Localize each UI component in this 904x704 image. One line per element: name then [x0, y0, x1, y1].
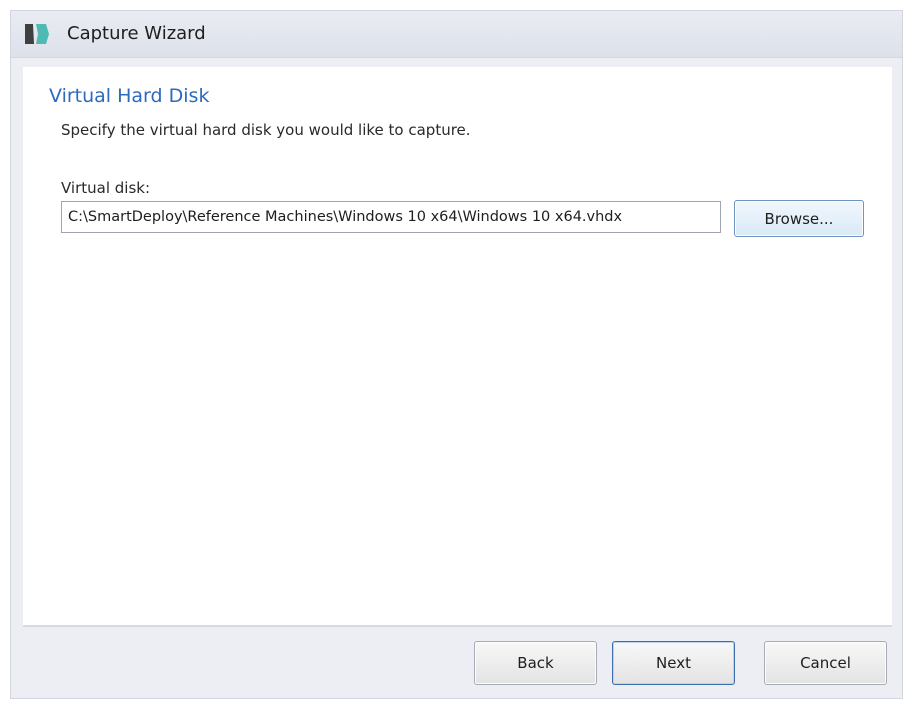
virtual-disk-path-input[interactable] — [61, 201, 721, 233]
wizard-content-panel: Virtual Hard Disk Specify the virtual ha… — [23, 67, 892, 625]
cancel-button[interactable]: Cancel — [764, 641, 887, 685]
browse-button[interactable]: Browse... — [734, 200, 864, 237]
title-bar: Capture Wizard — [11, 11, 902, 58]
capture-wizard-window: Capture Wizard Virtual Hard Disk Specify… — [10, 10, 903, 699]
page-title: Virtual Hard Disk — [49, 85, 210, 107]
footer-divider — [23, 625, 892, 627]
window-title: Capture Wizard — [67, 23, 206, 44]
smartdeploy-logo-icon — [25, 24, 49, 44]
back-button[interactable]: Back — [474, 641, 597, 685]
next-button[interactable]: Next — [612, 641, 735, 685]
page-subtitle: Specify the virtual hard disk you would … — [61, 121, 471, 139]
virtual-disk-label: Virtual disk: — [61, 179, 151, 197]
